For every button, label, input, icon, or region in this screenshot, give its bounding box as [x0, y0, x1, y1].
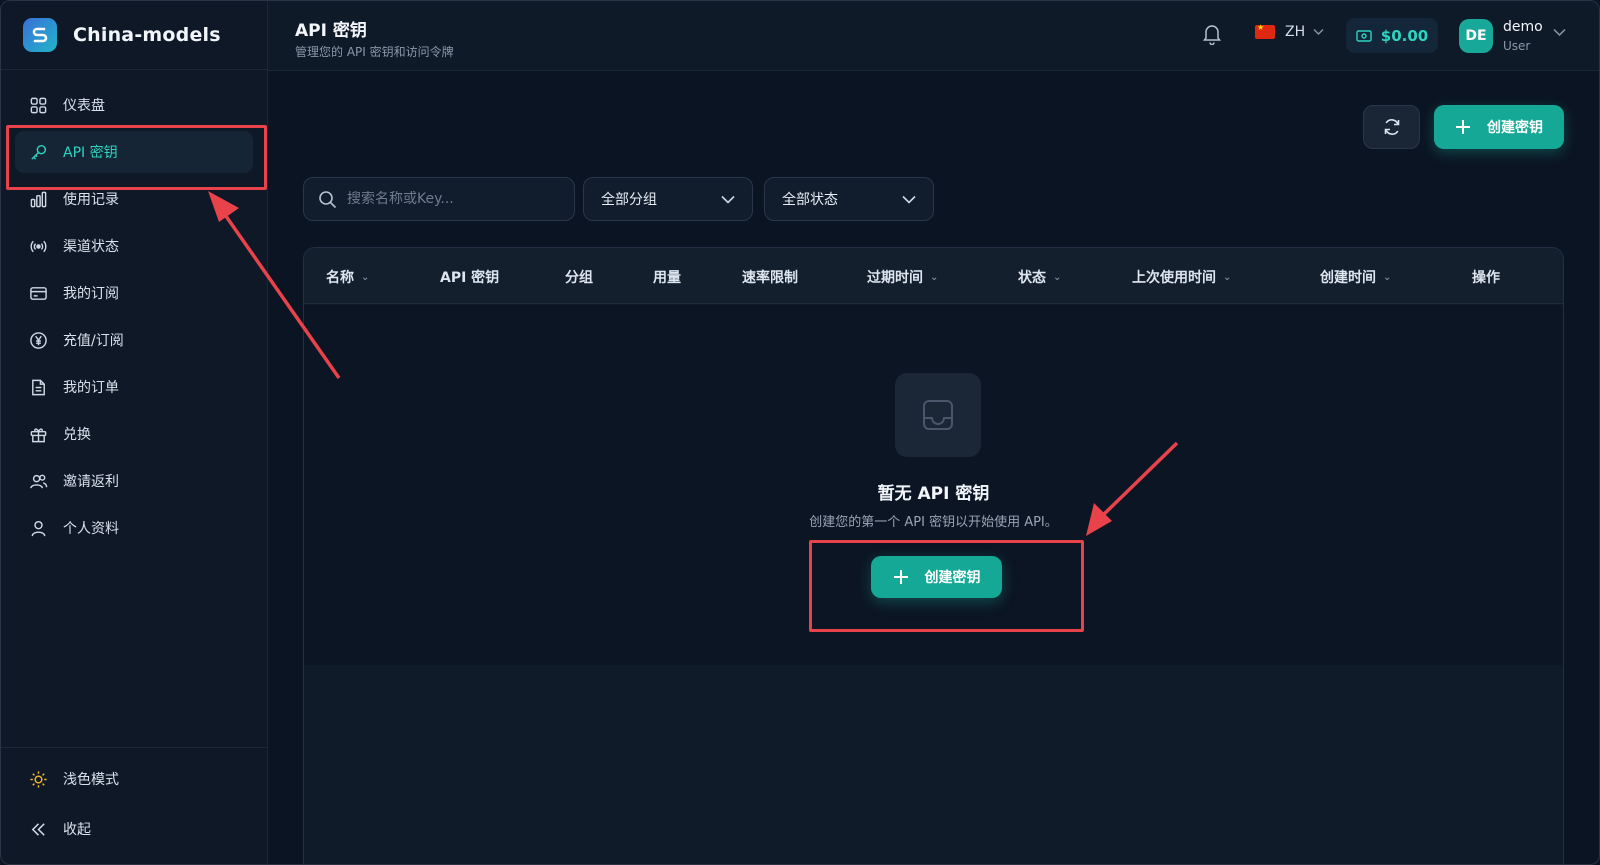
app-window: China-models 仪表盘 API 密钥 使用记录 渠道状态 我的订阅 充…	[0, 0, 1600, 865]
arrow-to-create-button	[1086, 441, 1179, 536]
arrow-to-sidebar	[208, 191, 341, 380]
annotation-arrows	[208, 191, 1179, 536]
